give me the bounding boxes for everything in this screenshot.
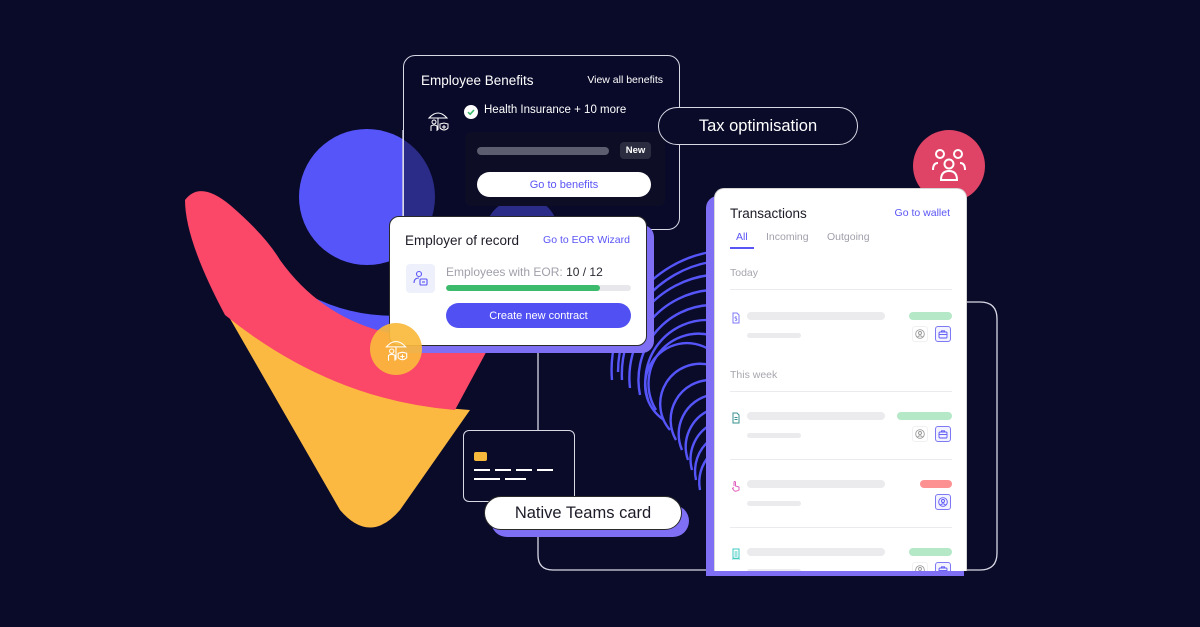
transactions-title: Transactions xyxy=(730,206,807,221)
divider xyxy=(730,459,952,460)
card-number-dash xyxy=(537,469,553,471)
invoice-icon xyxy=(732,312,740,324)
go-to-wallet-link[interactable]: Go to wallet xyxy=(895,207,950,219)
skeleton-subtitle xyxy=(747,333,801,338)
tab-incoming[interactable]: Incoming xyxy=(766,231,809,243)
transaction-row[interactable] xyxy=(715,543,966,571)
document-icon xyxy=(732,412,740,424)
section-this-week: This week xyxy=(730,369,778,381)
skeleton-title xyxy=(747,548,885,556)
active-tab-indicator xyxy=(730,247,754,249)
divider xyxy=(730,289,952,290)
card-name-dash xyxy=(474,478,500,480)
briefcase-icon[interactable] xyxy=(935,562,951,571)
skeleton-subtitle xyxy=(747,569,801,571)
transaction-row[interactable] xyxy=(715,475,966,535)
tax-optimisation-pill: Tax optimisation xyxy=(658,107,858,145)
user-icon[interactable] xyxy=(912,562,928,571)
briefcase-icon[interactable] xyxy=(935,426,951,442)
new-badge: New xyxy=(620,142,651,159)
skeleton-subtitle xyxy=(747,433,801,438)
transaction-row[interactable] xyxy=(715,407,966,467)
tab-outgoing[interactable]: Outgoing xyxy=(827,231,870,243)
hand-pointer-icon xyxy=(731,481,740,492)
employees-label: Employees with EOR: xyxy=(446,265,563,279)
card-number-dash xyxy=(495,469,511,471)
umbrella-insurance-icon xyxy=(427,112,449,131)
bank-card-illustration xyxy=(463,430,575,502)
card-name-dash xyxy=(505,478,526,480)
divider xyxy=(730,391,952,392)
employee-contract-icon xyxy=(406,264,435,293)
benefits-title: Employee Benefits xyxy=(421,73,534,88)
transactions-card: Transactions Go to wallet All Incoming O… xyxy=(714,188,967,571)
user-icon[interactable] xyxy=(912,426,928,442)
amount-negative xyxy=(920,480,952,488)
user-icon[interactable] xyxy=(912,326,928,342)
view-all-benefits-link[interactable]: View all benefits xyxy=(587,74,663,86)
card-number-dash xyxy=(516,469,532,471)
card-number-dash xyxy=(474,469,490,471)
employee-benefits-card: Employee Benefits View all benefits Heal… xyxy=(403,55,680,230)
amount-positive xyxy=(909,548,952,556)
employer-of-record-card: Employer of record Go to EOR Wizard Empl… xyxy=(389,216,647,346)
receipt-icon xyxy=(732,548,740,560)
skeleton-subtitle xyxy=(747,501,801,506)
insurance-icon xyxy=(370,323,422,375)
go-to-eor-wizard-link[interactable]: Go to EOR Wizard xyxy=(543,234,630,246)
health-insurance-label: Health Insurance + 10 more xyxy=(484,104,627,116)
skeleton-title xyxy=(747,312,885,320)
skeleton-title xyxy=(747,480,885,488)
briefcase-icon[interactable] xyxy=(935,326,951,342)
section-today: Today xyxy=(730,267,759,279)
check-icon xyxy=(464,105,478,119)
user-icon[interactable] xyxy=(935,494,951,510)
native-teams-card-pill: Native Teams card xyxy=(484,496,682,530)
divider xyxy=(730,527,952,528)
eor-progress-fill xyxy=(446,285,600,291)
eor-title: Employer of record xyxy=(405,233,520,248)
skeleton-bar xyxy=(477,147,609,155)
eor-progress-bar xyxy=(446,285,631,291)
employees-value: 10 / 12 xyxy=(566,265,603,279)
benefit-preview: New Go to benefits xyxy=(465,132,665,206)
amount-positive xyxy=(897,412,952,420)
employees-with-eor: Employees with EOR: 10 / 12 xyxy=(446,265,603,279)
amount-positive xyxy=(909,312,952,320)
skeleton-title xyxy=(747,412,885,420)
go-to-benefits-button[interactable]: Go to benefits xyxy=(477,172,651,197)
transaction-row[interactable] xyxy=(715,307,966,367)
tab-all[interactable]: All xyxy=(736,231,748,243)
card-chip xyxy=(474,452,487,461)
create-new-contract-button[interactable]: Create new contract xyxy=(446,303,631,328)
